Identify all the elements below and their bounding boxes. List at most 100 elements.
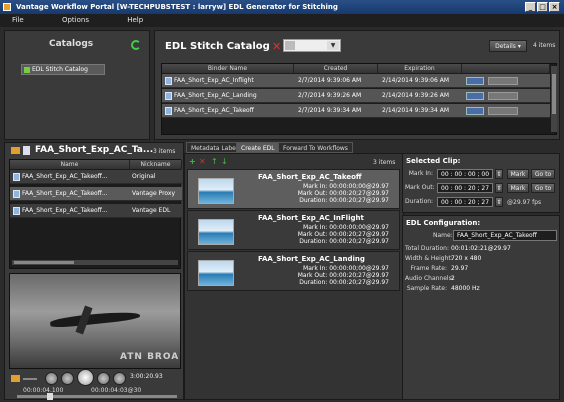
process-icon[interactable]	[466, 107, 484, 115]
clip-duration: Duration: 00:00:20;27@29.97	[299, 197, 389, 204]
file-nickname: Original	[132, 173, 156, 180]
action-button[interactable]	[488, 77, 518, 85]
timecode-display: 3:00:20.93	[130, 373, 163, 380]
process-icon[interactable]	[466, 77, 484, 85]
edl-clip-item[interactable]: FAA_Short_Exp_AC_InFlight Mark In: 00:00…	[187, 210, 400, 250]
mark-in-field[interactable]: 00 : 00 : 00 ; 00	[437, 169, 493, 179]
table-row[interactable]: FAA_Short_Exp_AC_Takeoff 2/7/2014 9:39:3…	[162, 104, 550, 118]
mark-in-stepper[interactable]: ⇕	[495, 169, 503, 179]
current-position: 00:00:04.100	[23, 387, 64, 394]
file-nickname: Vantage EDL	[132, 207, 171, 214]
clip-title: FAA_Short_Exp_AC_InFlight	[258, 214, 364, 222]
selected-clip-panel: Selected Clip: Mark In: 00 : 00 : 00 ; 0…	[402, 153, 560, 213]
catalog-icon	[24, 67, 30, 73]
duration-label: Duration:	[405, 198, 434, 205]
list-item[interactable]: FAA_Short_Exp_AC_Takeoff... Vantage Prox…	[10, 187, 182, 201]
menu-help[interactable]: Help	[127, 14, 143, 27]
file-name: FAA_Short_Exp_AC_Takeoff...	[22, 190, 108, 197]
config-value: 720 x 480	[451, 255, 482, 262]
menu-options[interactable]: Options	[62, 14, 89, 27]
catalog-item-count: 4 items	[533, 42, 556, 49]
details-label: Details	[495, 43, 516, 50]
duration-stepper[interactable]: ⇕	[495, 197, 503, 207]
binder-created: 2/7/2014 9:39:26 AM	[298, 92, 362, 99]
tab-create-edl[interactable]: Create EDL	[236, 142, 280, 153]
file-name: FAA_Short_Exp_AC_Takeoff...	[22, 173, 108, 180]
mark-in-mark-button[interactable]: Mark	[507, 169, 529, 179]
file-icon	[13, 189, 20, 198]
col-name[interactable]: Name	[10, 160, 130, 169]
step-forward-icon[interactable]	[97, 372, 110, 385]
volume-icon[interactable]	[11, 375, 20, 382]
table-row[interactable]: FAA_Short_Exp_AC_Inflight 2/7/2014 9:39:…	[162, 74, 550, 88]
skip-to-end-icon[interactable]	[113, 372, 126, 385]
clip-thumbnail	[198, 178, 234, 204]
edl-clip-item[interactable]: FAA_Short_Exp_AC_Landing Mark In: 00:00:…	[187, 251, 400, 291]
edl-config-panel: EDL Configuration: Name: FAA_Short_Exp_A…	[402, 215, 560, 400]
scrub-bar[interactable]	[17, 393, 177, 400]
details-button[interactable]: Details ▾	[489, 40, 527, 52]
filter-check-icon	[285, 41, 295, 50]
edl-name-input[interactable]: FAA_Short_Exp_AC_Takeoff	[453, 230, 557, 241]
clip-title: FAA_Short_Exp_AC_Landing	[258, 255, 365, 263]
file-name: FAA_Short_Exp_AC_Takeoff...	[22, 207, 108, 214]
config-value: 48000 Hz	[451, 285, 480, 292]
play-icon[interactable]	[77, 369, 94, 386]
app-icon	[3, 3, 11, 11]
remove-clip-icon[interactable]: ✕	[199, 157, 206, 166]
table-row[interactable]: FAA_Short_Exp_AC_Landing 2/7/2014 9:39:2…	[162, 89, 550, 103]
filter-select[interactable]: ▼	[283, 39, 341, 52]
catalog-item-edl-stitch[interactable]: EDL Stitch Catalog	[21, 64, 105, 75]
move-up-icon[interactable]: ↑	[211, 157, 218, 166]
minimize-button[interactable]: _	[525, 2, 536, 12]
mark-out-mark-button[interactable]: Mark	[507, 183, 529, 193]
col-nickname[interactable]: Nickname	[130, 160, 182, 169]
binder-name: FAA_Short_Exp_AC_Landing	[174, 92, 257, 99]
add-clip-icon[interactable]: +	[189, 157, 196, 166]
scrollbar-thumb[interactable]	[14, 261, 74, 264]
col-expiration[interactable]: Expiration	[378, 64, 462, 73]
vertical-scrollbar[interactable]	[551, 66, 557, 132]
binder-item-count: 3 items	[153, 148, 176, 155]
tab-forward-to-workflows[interactable]: Forward To Workflows	[278, 142, 353, 153]
step-back-icon[interactable]	[61, 372, 74, 385]
list-item[interactable]: FAA_Short_Exp_AC_Takeoff... Original	[10, 170, 182, 184]
close-button[interactable]: ×	[549, 2, 560, 12]
catalogs-panel: Catalogs EDL Stitch Catalog	[4, 30, 150, 140]
mark-out-goto-button[interactable]: Go to	[531, 183, 555, 193]
maximize-button[interactable]: □	[537, 2, 548, 12]
catalog-item-label: EDL Stitch Catalog	[32, 66, 88, 73]
mark-out-field[interactable]: 00 : 00 : 20 ; 27	[437, 183, 493, 193]
process-icon[interactable]	[466, 92, 484, 100]
video-preview[interactable]: ATN BROA	[9, 273, 181, 369]
delete-catalog-icon[interactable]: ✕	[272, 40, 281, 53]
menu-file[interactable]: File	[12, 14, 24, 27]
refresh-icon[interactable]	[131, 40, 141, 50]
mark-out-stepper[interactable]: ⇕	[495, 183, 503, 193]
move-down-icon[interactable]: ↓	[221, 157, 228, 166]
col-created[interactable]: Created	[294, 64, 378, 73]
window-title: Vantage Workflow Portal [W-TECHPUBSTEST …	[16, 3, 338, 11]
volume-slider[interactable]	[23, 378, 37, 380]
config-label: Frame Rate:	[410, 265, 447, 272]
folder-icon	[11, 147, 20, 154]
binder-name: FAA_Short_Exp_AC_Takeoff	[174, 107, 254, 114]
skip-to-start-icon[interactable]	[45, 372, 58, 385]
action-button[interactable]	[488, 92, 518, 100]
scrub-handle[interactable]	[47, 393, 53, 400]
binder-expiration: 2/14/2014 9:39:26 AM	[382, 92, 449, 99]
col-binder-name[interactable]: Binder Name	[162, 64, 294, 73]
total-duration: 00:00:04:03@30	[91, 387, 142, 394]
edl-clip-item[interactable]: FAA_Short_Exp_AC_Takeoff Mark In: 00:00:…	[187, 169, 400, 209]
binder-table: Binder Name Created Expiration FAA_Short…	[161, 63, 557, 135]
duration-field[interactable]: 00 : 00 : 20 ; 27	[437, 197, 493, 207]
binder-files-list: Name Nickname FAA_Short_Exp_AC_Takeoff..…	[9, 159, 182, 269]
list-item[interactable]: FAA_Short_Exp_AC_Takeoff... Vantage EDL	[10, 204, 182, 218]
mark-in-goto-button[interactable]: Go to	[531, 169, 555, 179]
clip-thumbnail	[198, 219, 234, 245]
scrollbar-thumb[interactable]	[552, 74, 556, 114]
file-icon	[165, 76, 172, 85]
horizontal-scrollbar[interactable]	[12, 260, 178, 265]
clip-title: FAA_Short_Exp_AC_Takeoff	[258, 173, 362, 181]
action-button[interactable]	[488, 107, 518, 115]
